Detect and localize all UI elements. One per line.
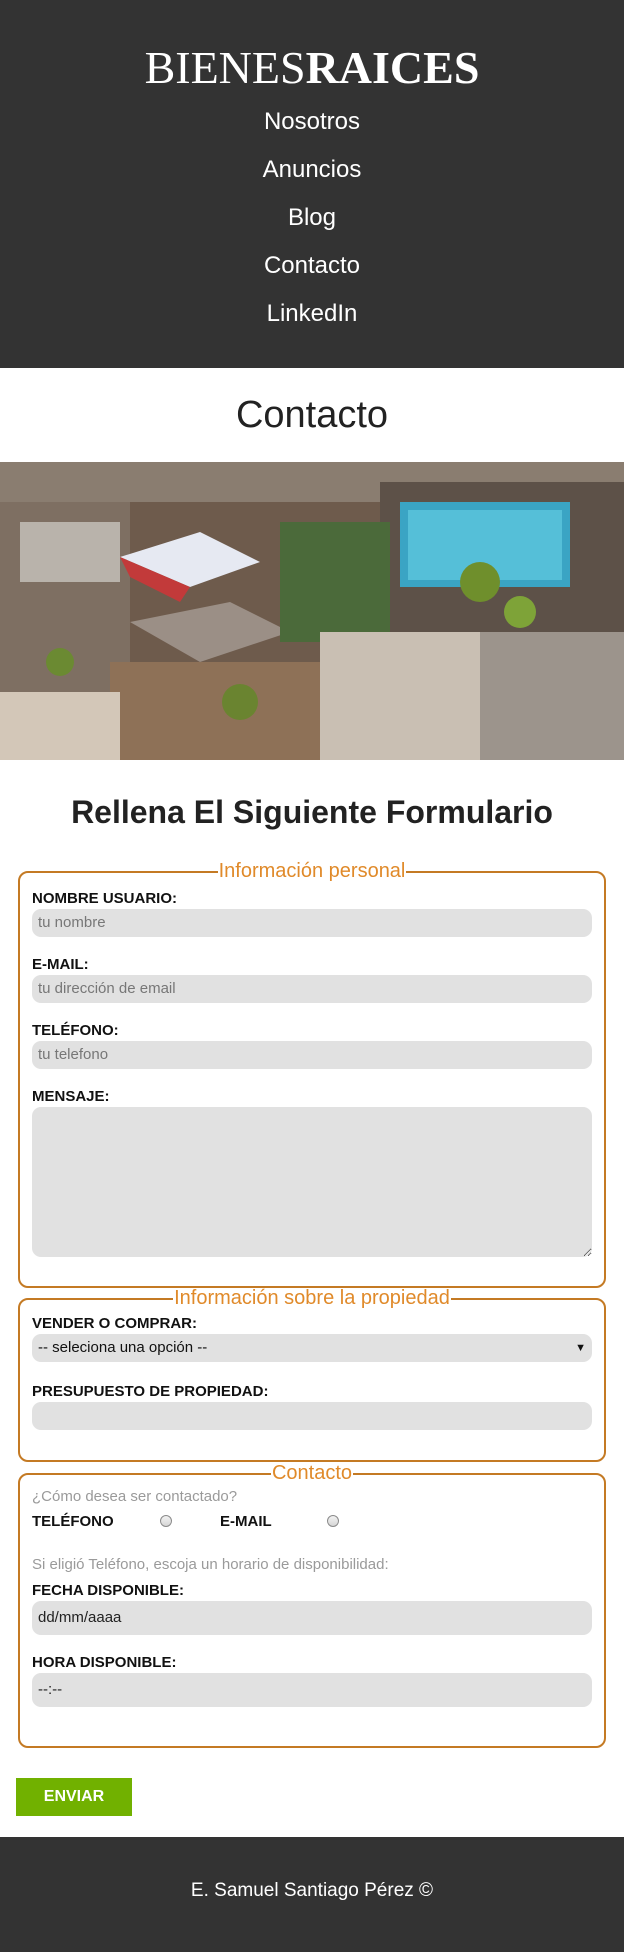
radio-phone[interactable] bbox=[160, 1515, 172, 1527]
message-textarea[interactable] bbox=[32, 1107, 592, 1257]
logo-bold-text: RAICES bbox=[305, 42, 480, 93]
nav-link-contacto[interactable]: Contacto bbox=[0, 248, 624, 296]
legend-contact: Contacto bbox=[271, 1462, 353, 1484]
buy-sell-label: VENDER O COMPRAR: bbox=[32, 1315, 198, 1332]
form-title: Rellena El Siguiente Formulario bbox=[71, 794, 553, 830]
site-logo[interactable]: BIENESRAICES bbox=[0, 40, 624, 96]
radio-email[interactable] bbox=[327, 1515, 339, 1527]
message-label: MENSAJE: bbox=[32, 1088, 110, 1105]
page-title: Contacto bbox=[235, 394, 389, 436]
nav-link-blog[interactable]: Blog bbox=[0, 200, 624, 248]
budget-label: PRESUPUESTO DE PROPIEDAD: bbox=[32, 1383, 269, 1400]
main-nav: Nosotros Anuncios Blog Contacto LinkedIn bbox=[0, 104, 624, 344]
nav-link-linkedin[interactable]: LinkedIn bbox=[0, 296, 624, 344]
buy-sell-selected-value: -- seleciona una opción -- bbox=[38, 1339, 208, 1356]
availability-hint: Si eligió Teléfono, escoja un horario de… bbox=[32, 1556, 389, 1573]
fieldset-contact: Contacto ¿Cómo desea ser contactado? TEL… bbox=[18, 1462, 606, 1748]
phone-input[interactable] bbox=[32, 1041, 592, 1069]
buy-sell-select[interactable]: -- seleciona una opción -- ▼ bbox=[32, 1334, 592, 1362]
time-label: HORA DISPONIBLE: bbox=[32, 1654, 177, 1671]
nav-link-nosotros[interactable]: Nosotros bbox=[0, 104, 624, 152]
contact-method-group: TELÉFONO E-MAIL bbox=[32, 1509, 592, 1533]
site-footer: E. Samuel Santiago Pérez © bbox=[0, 1837, 624, 1952]
fieldset-personal: Información personal NOMBRE USUARIO: E-M… bbox=[18, 860, 606, 1288]
site-header: BIENESRAICES Nosotros Anuncios Blog Cont… bbox=[0, 0, 624, 368]
radio-phone-label: TELÉFONO bbox=[32, 1512, 114, 1530]
nav-link-anuncios[interactable]: Anuncios bbox=[0, 152, 624, 200]
hero-image bbox=[0, 462, 624, 760]
date-input[interactable]: dd/mm/aaaa bbox=[32, 1601, 592, 1635]
name-label: NOMBRE USUARIO: bbox=[32, 890, 177, 907]
time-input[interactable]: --:-- bbox=[32, 1673, 592, 1707]
budget-input[interactable] bbox=[32, 1402, 592, 1430]
legend-property: Información sobre la propiedad bbox=[174, 1287, 450, 1309]
email-label: E-MAIL: bbox=[32, 956, 89, 973]
radio-email-label: E-MAIL bbox=[220, 1512, 272, 1530]
dropdown-arrow-icon: ▼ bbox=[575, 1342, 586, 1354]
email-input[interactable] bbox=[32, 975, 592, 1003]
date-label: FECHA DISPONIBLE: bbox=[32, 1582, 184, 1599]
logo-light-text: BIENES bbox=[144, 42, 306, 93]
submit-button[interactable]: Enviar bbox=[16, 1778, 132, 1816]
contact-question: ¿Cómo desea ser contactado? bbox=[32, 1488, 238, 1505]
name-input[interactable] bbox=[32, 909, 592, 937]
fieldset-property: Información sobre la propiedad VENDER O … bbox=[18, 1287, 606, 1462]
footer-copyright: E. Samuel Santiago Pérez © bbox=[190, 1880, 434, 1901]
phone-label: TELÉFONO: bbox=[32, 1022, 119, 1039]
legend-personal: Información personal bbox=[218, 860, 406, 882]
